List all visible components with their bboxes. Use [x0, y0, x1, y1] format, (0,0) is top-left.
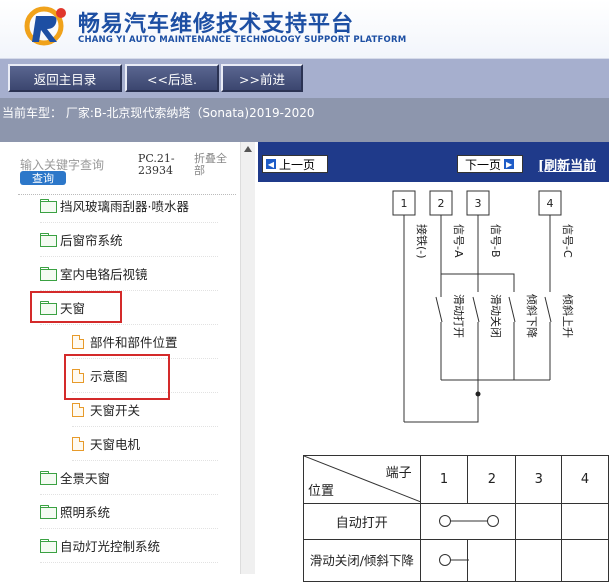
folder-icon	[40, 267, 57, 281]
arrow-left-icon: ◀	[266, 159, 276, 169]
tree-folder-mirror[interactable]: 室内电铬后视镜	[40, 257, 218, 291]
header-bottom-label: 位置	[308, 484, 335, 499]
next-page-button[interactable]: 下一页 ▶	[457, 155, 523, 173]
highlight-box-sunroof	[30, 291, 122, 323]
brand-subtitle: CHANG YI AUTO MAINTENANCE TECHNOLOGY SUP…	[78, 35, 407, 45]
switch-label: 倾斜下降	[525, 294, 539, 338]
folder-icon	[40, 199, 57, 213]
continuity-cell	[419, 539, 469, 582]
signal-label: 信号-B	[489, 224, 502, 258]
terminal-label: 2	[438, 197, 445, 210]
continuity-cell	[419, 503, 517, 540]
refresh-link[interactable]: [刷新当前	[538, 155, 596, 174]
table-corner-cell: 端子 位置	[303, 455, 421, 504]
folder-icon	[40, 539, 57, 553]
header: 畅易汽车维修技术支持平台 CHANG YI AUTO MAINTENANCE T…	[0, 0, 609, 58]
search-button[interactable]: 查询	[20, 171, 66, 185]
tree-folder-auto-light[interactable]: 自动灯光控制系统	[40, 529, 218, 563]
continuity-symbol	[438, 515, 499, 527]
highlight-box-schematic	[64, 354, 170, 400]
switch-label: 滑动打开	[452, 294, 466, 338]
row-label: 自动打开	[303, 503, 421, 540]
back-button[interactable]: <<后退.	[125, 64, 219, 92]
toolbar: 返回主目录 <<后退. >>前进	[0, 58, 609, 98]
forward-button[interactable]: >>前进	[221, 64, 303, 92]
schematic-diagram: 1 2 3 4 接铁(-) 信号-A 信号-B 信号-C 滑动打开 滑动关闭 倾…	[392, 190, 574, 423]
tree-item-label: 全景天窗	[60, 471, 111, 486]
next-page-label: 下一页	[465, 157, 502, 172]
logo-icon	[24, 6, 66, 46]
table-row: 自动打开	[303, 503, 609, 540]
file-icon	[72, 436, 84, 451]
arrow-right-icon: ▶	[504, 159, 515, 169]
home-button[interactable]: 返回主目录	[8, 64, 122, 92]
signal-label: 接铁(-)	[415, 224, 428, 259]
current-car-label: 当前车型： 厂家:B-北京现代索纳塔（Sonata)2019-2020	[2, 106, 315, 120]
scroll-up-arrow-icon[interactable]	[244, 146, 252, 152]
tree-folder-lighting[interactable]: 照明系统	[40, 495, 218, 529]
tree-file-sunroof-motor[interactable]: 天窗电机	[72, 427, 218, 461]
folder-icon	[40, 233, 57, 247]
pc-code: PC.21-23934	[138, 152, 175, 177]
terminal-boxes: 1 2 3 4	[392, 190, 562, 216]
column-header: 1	[419, 455, 469, 504]
switch-label: 倾斜上升	[561, 294, 574, 338]
prev-page-button[interactable]: ◀ 上一页	[262, 155, 328, 173]
brand-title: 畅易汽车维修技术支持平台	[78, 12, 355, 37]
left-scrollbar[interactable]	[240, 142, 255, 574]
tree-item-label: 部件和部件位置	[90, 335, 178, 350]
column-header: 3	[515, 455, 563, 504]
tree-folder-rear-curtain[interactable]: 后窗帘系统	[40, 223, 218, 257]
signal-label: 信号-C	[561, 224, 574, 258]
tree-item-label: 室内电铬后视镜	[60, 267, 148, 282]
file-icon	[72, 334, 84, 349]
continuity-symbol	[438, 554, 469, 566]
collapse-all-link[interactable]: 折叠全部	[194, 153, 234, 177]
row-label: 滑动关闭/倾斜下降	[303, 539, 421, 582]
switch-label: 滑动关闭	[489, 294, 503, 338]
tree-folder-wiper[interactable]: 挡风玻璃雨刮器·喷水器	[40, 189, 218, 223]
column-header: 4	[561, 455, 609, 504]
table-row: 滑动关闭/倾斜下降	[303, 539, 609, 582]
tree-item-label: 天窗开关	[90, 403, 141, 418]
tree-folder-panorama[interactable]: 全景天窗	[40, 461, 218, 495]
column-header: 2	[467, 455, 517, 504]
header-top-label: 端子	[385, 466, 412, 481]
position-table: 端子 位置 1 2 3 4 自动打开 滑动关闭/倾斜下降	[303, 455, 609, 582]
terminal-label: 1	[401, 197, 408, 210]
current-car-bar: 当前车型： 厂家:B-北京现代索纳塔（Sonata)2019-2020	[0, 98, 609, 142]
tree-item-label: 照明系统	[60, 505, 111, 520]
file-icon	[72, 402, 84, 417]
junction-dot	[475, 391, 481, 397]
prev-page-label: 上一页	[279, 157, 316, 172]
tree-item-label: 天窗电机	[90, 437, 141, 452]
switch-labels: 滑动打开 滑动关闭 倾斜下降 倾斜上升	[452, 294, 574, 338]
tree-item-label: 自动灯光控制系统	[60, 539, 161, 554]
folder-icon	[40, 505, 57, 519]
folder-icon	[40, 471, 57, 485]
terminal-label: 4	[547, 197, 554, 210]
tree-item-label: 挡风玻璃雨刮器·喷水器	[60, 199, 189, 214]
terminal-label: 3	[475, 197, 482, 210]
tree-item-label: 后窗帘系统	[60, 233, 123, 248]
signal-label: 信号-A	[452, 224, 465, 258]
